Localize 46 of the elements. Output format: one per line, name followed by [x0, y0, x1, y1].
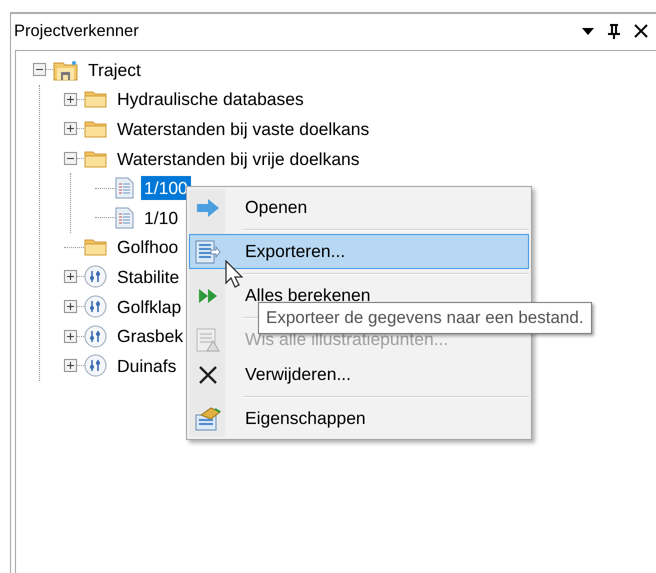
menu-item[interactable]: Verwijderen...	[189, 357, 529, 392]
pin-icon[interactable]	[608, 24, 620, 38]
tree-item[interactable]: Golfklap	[114, 294, 184, 319]
dropdown-icon[interactable]	[582, 28, 594, 34]
close-icon[interactable]	[634, 24, 648, 38]
menu-item[interactable]: Exporteren...	[189, 234, 529, 269]
expand-toggle[interactable]	[64, 122, 77, 136]
document-icon	[115, 177, 134, 200]
folder-icon	[84, 120, 107, 138]
folder-icon	[84, 150, 107, 168]
tree-item[interactable]: Duinafs	[114, 354, 180, 378]
menu-item[interactable]: Eigenschappen	[189, 401, 529, 436]
expand-toggle[interactable]	[64, 330, 77, 343]
tree-item[interactable]: Waterstanden bij vrije doelkans	[114, 146, 363, 171]
tree-item[interactable]: Waterstanden bij vaste doelkans	[114, 116, 372, 141]
arrow-right-icon	[196, 198, 220, 218]
calculation-icon	[84, 265, 107, 288]
tree-item[interactable]: 1/10	[141, 206, 182, 230]
collapse-toggle[interactable]	[64, 152, 77, 166]
tree-item[interactable]: Traject	[85, 58, 144, 82]
tooltip: Exporteer de gegevens naar een bestand.	[258, 302, 592, 334]
export-icon	[195, 240, 221, 264]
tree-item[interactable]: Grasbek	[114, 324, 186, 348]
sheet-warning-icon	[196, 328, 220, 352]
calculation-icon	[84, 354, 107, 378]
tree-item[interactable]: Stabilite	[114, 264, 182, 289]
tree-item[interactable]: Hydraulische databases	[114, 87, 307, 112]
expand-toggle[interactable]	[64, 92, 77, 106]
menu-item[interactable]: Openen	[189, 190, 529, 225]
document-icon	[115, 206, 134, 229]
calculation-icon	[84, 324, 107, 348]
tree-item[interactable]: Golfhoo	[114, 235, 182, 260]
cursor-icon	[225, 260, 243, 288]
tree-item[interactable]: 1/100	[141, 176, 191, 200]
properties-icon	[195, 406, 221, 430]
folder-icon	[84, 238, 107, 256]
calculation-icon	[84, 295, 107, 318]
folder-icon	[84, 90, 107, 108]
expand-toggle[interactable]	[64, 359, 77, 372]
expand-toggle[interactable]	[64, 270, 77, 284]
panel-title: Projectverkenner	[14, 20, 139, 42]
collapse-toggle[interactable]	[33, 63, 46, 76]
fast-forward-icon	[198, 288, 218, 304]
close-icon	[198, 364, 218, 384]
expand-toggle[interactable]	[64, 300, 77, 314]
project-icon	[53, 58, 78, 81]
